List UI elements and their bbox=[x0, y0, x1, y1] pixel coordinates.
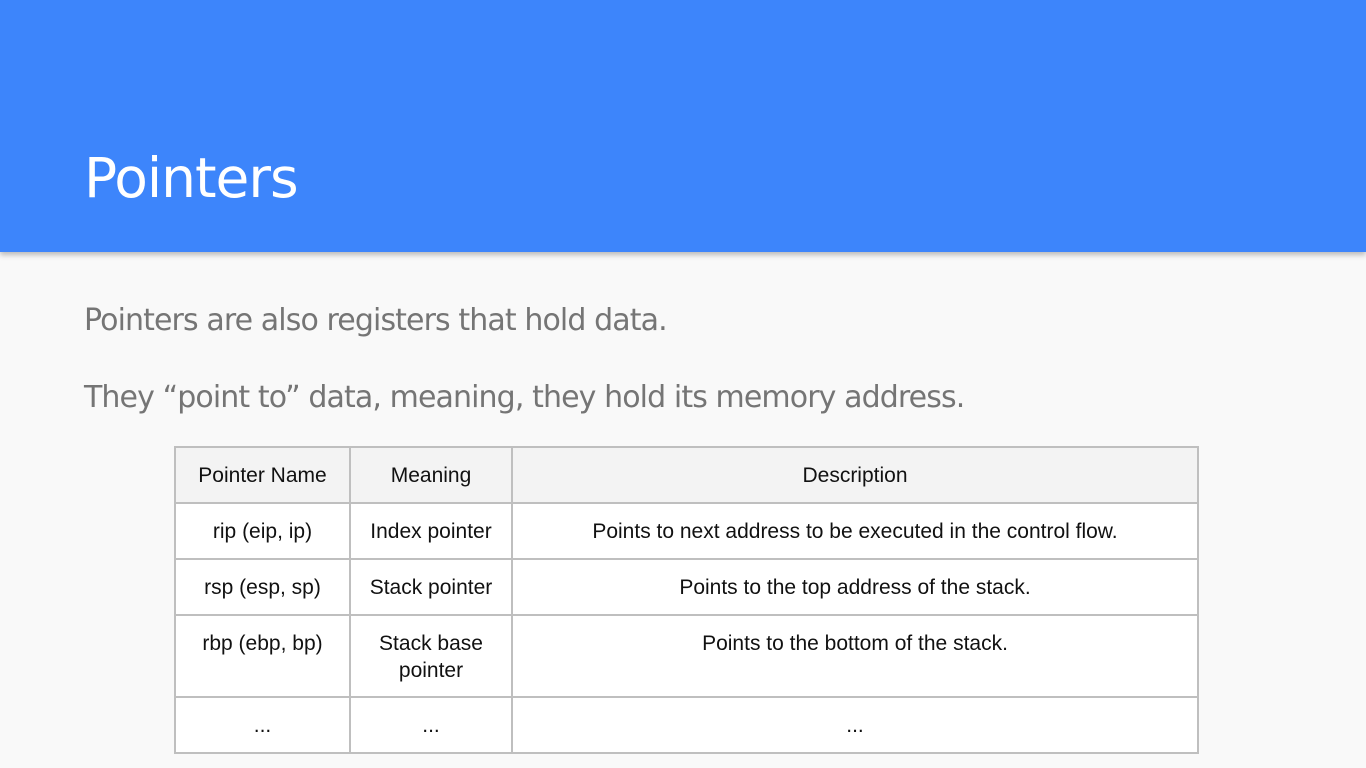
slide-title: Pointers bbox=[84, 146, 299, 210]
cell-pointer-name: rip (eip, ip) bbox=[174, 502, 351, 560]
table-header-row: Pointer Name Meaning Description bbox=[174, 446, 1199, 504]
cell-pointer-name: rsp (esp, sp) bbox=[174, 558, 351, 616]
cell-description: Points to next address to be executed in… bbox=[511, 502, 1199, 560]
body-line-1: Pointers are also registers that hold da… bbox=[84, 303, 668, 338]
title-banner: Pointers bbox=[0, 0, 1366, 252]
column-header-pointer-name: Pointer Name bbox=[174, 446, 351, 504]
cell-meaning: ... bbox=[349, 696, 513, 754]
cell-pointer-name: rbp (ebp, bp) bbox=[174, 614, 351, 698]
cell-description: ... bbox=[511, 696, 1199, 754]
cell-meaning: Stack pointer bbox=[349, 558, 513, 616]
table-row: rbp (ebp, bp) Stack base pointer Points … bbox=[174, 614, 1199, 698]
table-row: rsp (esp, sp) Stack pointer Points to th… bbox=[174, 558, 1199, 616]
pointers-table: Pointer Name Meaning Description rip (ei… bbox=[174, 446, 1199, 754]
table-row: rip (eip, ip) Index pointer Points to ne… bbox=[174, 502, 1199, 560]
cell-description: Points to the bottom of the stack. bbox=[511, 614, 1199, 698]
cell-pointer-name: ... bbox=[174, 696, 351, 754]
body-line-2: They “point to” data, meaning, they hold… bbox=[84, 380, 965, 415]
cell-description: Points to the top address of the stack. bbox=[511, 558, 1199, 616]
cell-meaning: Index pointer bbox=[349, 502, 513, 560]
table-row: ... ... ... bbox=[174, 696, 1199, 754]
column-header-description: Description bbox=[511, 446, 1199, 504]
cell-meaning: Stack base pointer bbox=[349, 614, 513, 698]
column-header-meaning: Meaning bbox=[349, 446, 513, 504]
